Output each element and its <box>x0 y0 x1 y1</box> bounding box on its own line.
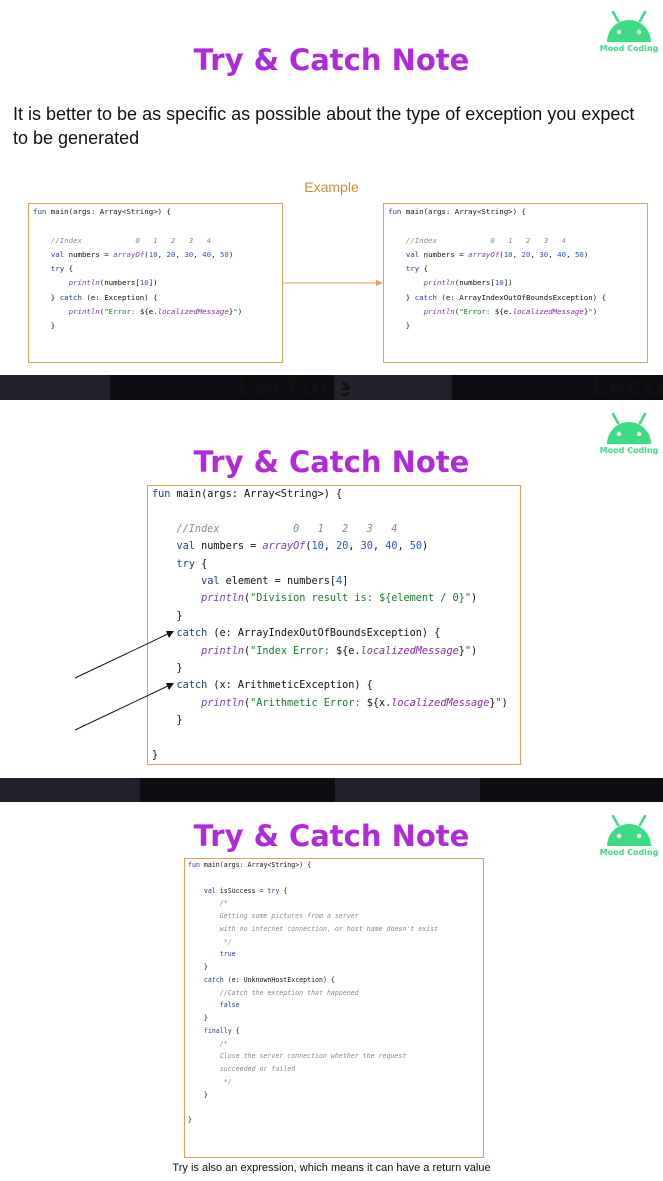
code-text: fun main(args: Array<String>) { val isSu… <box>185 859 483 1127</box>
code-line: } <box>188 963 208 971</box>
transition-band <box>0 778 663 802</box>
code-line: finally { <box>203 1026 240 1035</box>
connector-arrow <box>283 280 383 286</box>
code-line: */ <box>188 937 232 946</box>
band-text: Lecture <box>592 375 663 400</box>
code-line: true <box>219 950 236 959</box>
code-line: /* <box>188 1039 228 1048</box>
footer-note: Try is also an expression, which means i… <box>172 1162 491 1174</box>
code-line: Close the server connection whether the … <box>188 1052 407 1061</box>
code-block-try-expression: fun main(args: Array<String>) { val isSu… <box>184 858 484 1158</box>
code-line: with no internet connection, or host nam… <box>188 924 439 933</box>
code-line: succeeded or failed <box>188 1065 296 1073</box>
code-line: /* <box>188 899 228 908</box>
code-line: fun main(args: Array<String>) { <box>188 861 312 869</box>
code-line: } <box>188 1090 208 1099</box>
code-line: Getting some pictures from a server <box>188 912 359 920</box>
code-line: */ <box>188 1077 232 1086</box>
code-line: } <box>188 1014 208 1022</box>
annotation-arrows <box>74 631 174 731</box>
slide-1: Mood Coding Try & Catch Note It is bette… <box>0 0 663 375</box>
code-line: false <box>219 1001 240 1010</box>
code-line: catch (e: UnknownHostException) { <box>203 975 335 984</box>
slide-2: Mood Coding Try & Catch Note fun main(ar… <box>0 400 663 778</box>
code-line: //Catch the exception that happened <box>188 988 359 997</box>
transition-band: Lecture Lecture <box>0 375 663 400</box>
code-line: } <box>188 1116 192 1124</box>
code-line: val isSuccess = try { <box>203 886 288 895</box>
slide-3: Mood Coding Try & Catch Note fun main(ar… <box>0 802 663 1181</box>
slide-title: Try & Catch Note <box>193 819 470 853</box>
